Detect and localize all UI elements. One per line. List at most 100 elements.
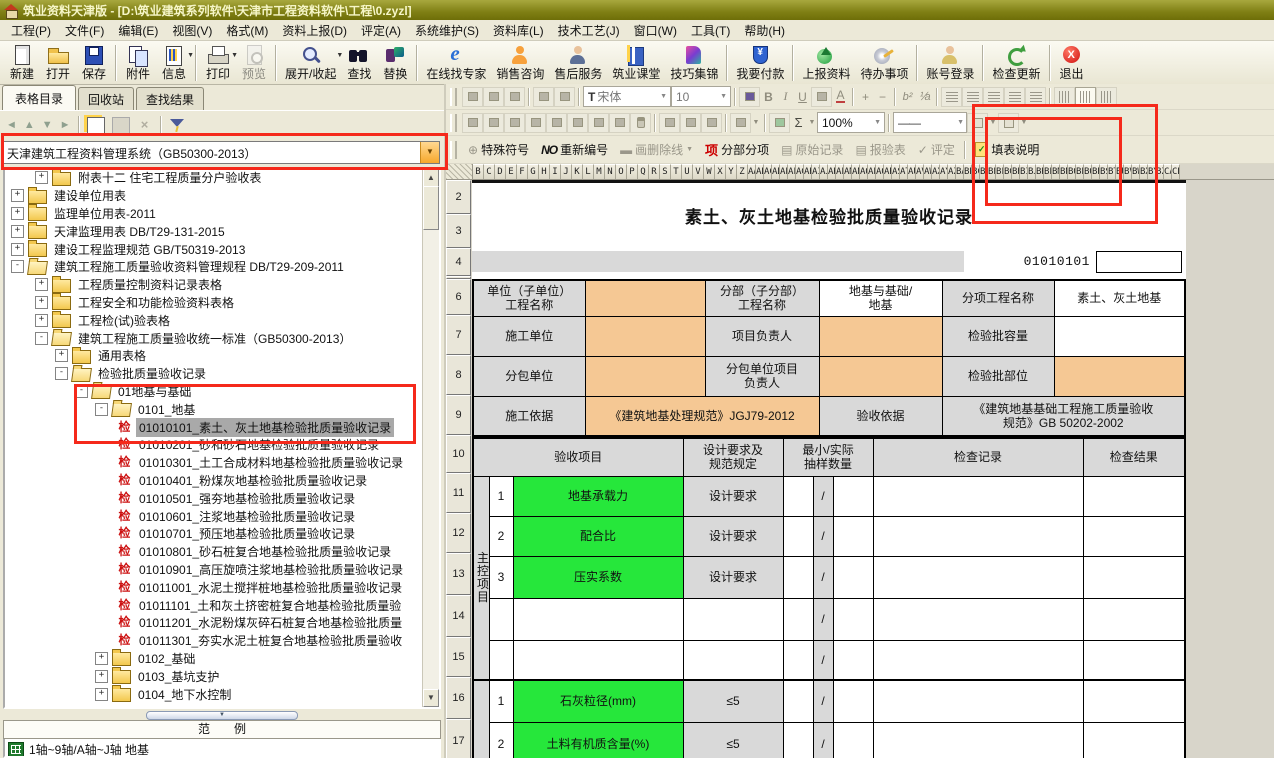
toolbar-button[interactable] [416, 45, 418, 81]
toolbar-button[interactable] [916, 45, 918, 81]
cell-project-leader-value[interactable] [819, 316, 942, 356]
cell-sample-left[interactable] [783, 556, 813, 598]
editor-toolbar-item[interactable] [546, 113, 567, 133]
form-code[interactable]: 01010101 [1002, 254, 1090, 269]
column-header[interactable]: N [605, 164, 616, 179]
toolbar-button[interactable]: 在线找专家 [421, 43, 491, 82]
column-header[interactable]: BO [1068, 164, 1076, 179]
tree-item[interactable]: 检 01011101_土和灰土挤密桩复合地基检验批质量验 [5, 596, 423, 614]
tree-item[interactable]: 检 01010401_粉煤灰地基检验批质量验收记录 [5, 472, 423, 490]
cell-result[interactable] [1083, 516, 1185, 556]
action-button[interactable] [450, 141, 457, 159]
cell-sample-left[interactable] [783, 640, 813, 680]
row-number[interactable]: 6 [446, 279, 471, 315]
tree-item[interactable]: 检 01010901_高压旋喷注浆地基检验批质量验收记录 [5, 561, 423, 579]
column-header[interactable]: BK [1036, 164, 1044, 179]
cell-constructor-value[interactable] [585, 316, 705, 356]
tree-expander-icon[interactable]: + [35, 278, 48, 291]
tree-item[interactable]: + 0103_基坑支护 [5, 667, 423, 685]
editor-toolbar-item[interactable] [462, 113, 483, 133]
column-header[interactable]: R [649, 164, 660, 179]
column-header[interactable]: AL [836, 164, 844, 179]
tree-item[interactable]: - 建筑工程施工质量验收资料管理规程 DB/T29-209-2011 [5, 258, 423, 276]
cell-sample-right[interactable] [833, 680, 873, 722]
system-dropdown[interactable]: 天津建筑工程资料管理系统（GB50300-2013） ▼ [2, 141, 440, 164]
editor-toolbar-item[interactable]: − [874, 88, 891, 106]
column-header[interactable]: BI [1020, 164, 1028, 179]
column-header[interactable]: AU [908, 164, 916, 179]
tree-item[interactable]: + 监理单位用表-2011 [5, 205, 423, 223]
tree-expander-icon[interactable]: + [95, 652, 108, 665]
column-header[interactable]: U [682, 164, 693, 179]
cell-sample[interactable]: / [813, 516, 833, 556]
column-header[interactable]: S [660, 164, 671, 179]
new-node-icon[interactable] [87, 117, 105, 134]
row-number[interactable]: 11 [446, 473, 471, 513]
toolbar-button[interactable]: 上报资料 [797, 43, 855, 82]
editor-toolbar-item[interactable] [659, 113, 680, 133]
tree-item[interactable]: + 0102_基础 [5, 650, 423, 668]
column-header[interactable]: AN [852, 164, 860, 179]
move-left-icon[interactable]: ◄ [6, 119, 17, 131]
cell-result[interactable] [1083, 680, 1185, 722]
dropdown-arrow-icon[interactable]: ▼ [187, 52, 194, 59]
editor-toolbar-item[interactable] [941, 87, 962, 107]
cell-item-name-value[interactable]: 素土、灰土地基 [1054, 280, 1185, 316]
editor-toolbar-item[interactable] [654, 114, 656, 132]
column-header[interactable]: AA [748, 164, 756, 179]
row-number[interactable]: 15 [446, 637, 471, 677]
column-header[interactable]: Y [726, 164, 737, 179]
row-number[interactable]: 14 [446, 595, 471, 637]
column-header[interactable]: BY [1148, 164, 1156, 179]
editor-toolbar-item[interactable]: + [857, 88, 874, 106]
column-header[interactable]: BG [1004, 164, 1012, 179]
row-number[interactable]: 8 [446, 355, 471, 395]
editor-toolbar-item[interactable] [811, 87, 832, 107]
column-header[interactable]: BC [972, 164, 980, 179]
column-header[interactable]: BP [1076, 164, 1084, 179]
column-header[interactable]: AO [860, 164, 868, 179]
grey-band[interactable] [472, 251, 964, 272]
tree-item[interactable]: - 0101_地基 [5, 400, 423, 418]
editor-toolbar-item[interactable]: 10 [671, 86, 731, 107]
editor-toolbar-item[interactable] [567, 113, 588, 133]
paste-node-icon[interactable] [112, 117, 130, 134]
cell-requirement[interactable]: ≤5 [683, 680, 783, 722]
editor-toolbar-item[interactable] [734, 88, 736, 106]
panel-tab[interactable]: 查找结果 [136, 87, 204, 110]
cell-sample-right[interactable] [833, 640, 873, 680]
cell-record[interactable] [873, 722, 1083, 758]
toolbar-button[interactable]: 退出 [1054, 43, 1090, 82]
move-down-icon[interactable]: ▼ [42, 119, 53, 131]
toolbar-button[interactable]: 售后服务 [549, 43, 607, 82]
column-header[interactable]: AM [844, 164, 852, 179]
menu-item[interactable]: 格式(M) [219, 20, 275, 41]
tree-item[interactable]: + 建设单位用表 [5, 187, 423, 205]
editor-toolbar-item[interactable] [1025, 87, 1046, 107]
row-number[interactable]: 12 [446, 513, 471, 553]
editor-toolbar-item[interactable]: B [760, 88, 777, 106]
editor-toolbar-item[interactable]: ▼ [751, 114, 761, 132]
move-up-icon[interactable]: ▲ [24, 119, 35, 131]
editor-toolbar-item[interactable] [888, 114, 890, 132]
editor-toolbar-item[interactable] [998, 113, 1019, 133]
cell-item[interactable] [513, 640, 683, 680]
editor-toolbar-item[interactable]: b² [899, 88, 916, 106]
cell-result[interactable] [1083, 640, 1185, 680]
tree-item[interactable]: 检 01010501_强夯地基检验批质量验收记录 [5, 489, 423, 507]
cell-sample-left[interactable] [783, 722, 813, 758]
tree-item[interactable]: - 检验批质量验收记录 [5, 365, 423, 383]
column-header[interactable]: AS [892, 164, 900, 179]
tree-expander-icon[interactable]: + [35, 296, 48, 309]
column-header[interactable]: V [693, 164, 704, 179]
column-header[interactable]: AY [940, 164, 948, 179]
column-header[interactable]: BR [1092, 164, 1100, 179]
cell-result[interactable] [1083, 476, 1185, 516]
menu-item[interactable]: 文件(F) [58, 20, 111, 41]
tree-expander-icon[interactable]: + [35, 314, 48, 327]
scrollbar-thumb[interactable] [423, 186, 439, 230]
tree-item[interactable]: + 工程质量控制资料记录表格 [5, 276, 423, 294]
editor-toolbar-item[interactable]: ▼ [807, 114, 817, 132]
editor-toolbar-item[interactable] [578, 88, 580, 106]
editor-toolbar-item[interactable] [609, 113, 630, 133]
